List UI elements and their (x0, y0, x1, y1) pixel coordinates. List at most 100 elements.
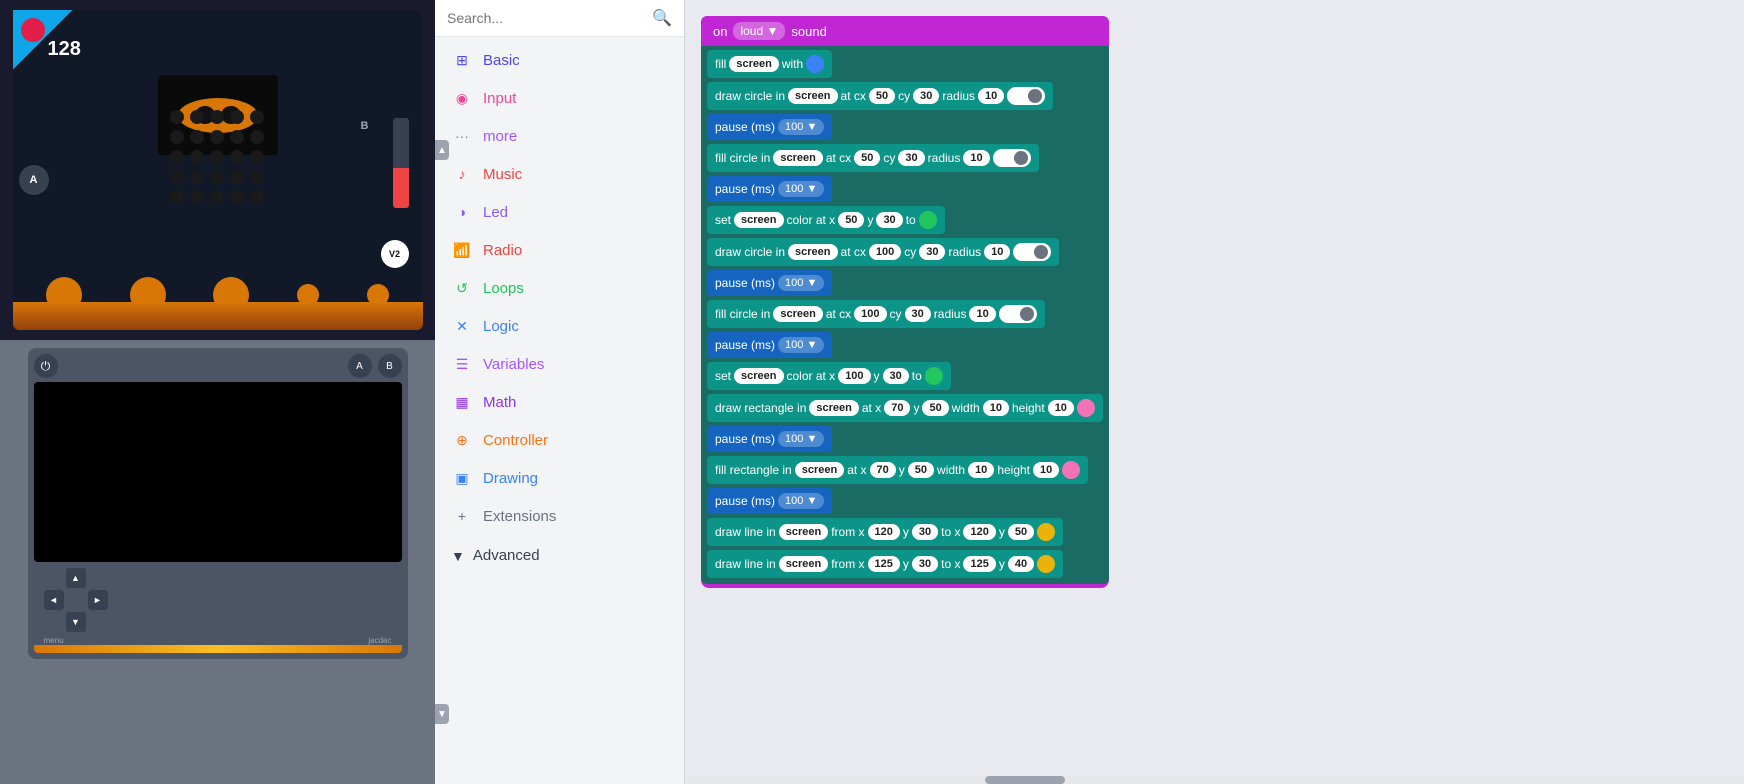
btn-a[interactable]: A (19, 165, 49, 195)
color-dot (919, 211, 937, 229)
dropdown-badge[interactable]: 100 ▼ (778, 493, 824, 509)
toggle-switch[interactable] (999, 305, 1037, 323)
color-dot (1062, 461, 1080, 479)
jacdac-label: jacdac (368, 636, 391, 645)
value-badge: screen (779, 556, 828, 572)
sidebar-item-radio[interactable]: 📶Radio (435, 231, 684, 269)
category-list: ⊞Basic◉Input···more♪Music◑Led📶Radio↺Loop… (435, 37, 684, 539)
dpad-down[interactable]: ▼ (66, 612, 86, 632)
logic-label: Logic (483, 318, 519, 335)
code-block: pause (ms)100 ▼ (707, 426, 832, 452)
dpad-right[interactable]: ► (88, 590, 108, 610)
led-dot (190, 150, 204, 164)
toggle-switch[interactable] (1007, 87, 1045, 105)
basic-icon: ⊞ (451, 49, 473, 71)
value-badge: 10 (969, 306, 995, 322)
device-header: ⏻ A B (34, 354, 402, 378)
extensions-icon: + (451, 505, 473, 527)
value-badge: 10 (1033, 462, 1059, 478)
led-dot (230, 170, 244, 184)
value-badge: 70 (870, 462, 896, 478)
blocks-workspace: onloud ▼soundfillscreenwithdraw circle i… (701, 16, 1728, 716)
search-input[interactable] (447, 10, 644, 26)
btn-a-device[interactable]: A (348, 354, 372, 378)
value-badge: screen (734, 212, 783, 228)
sidebar-item-controller[interactable]: ⊕Controller (435, 421, 684, 459)
code-block: draw line inscreenfrom x120y30to x120y50 (707, 518, 1063, 546)
block-row: pause (ms)100 ▼ (707, 176, 1103, 202)
led-dot (210, 190, 224, 204)
sidebar-item-input[interactable]: ◉Input (435, 79, 684, 117)
value-badge: 10 (984, 244, 1010, 260)
logic-icon: ✕ (451, 315, 473, 337)
scrollbar-thumb[interactable] (985, 776, 1065, 784)
block-row: pause (ms)100 ▼ (707, 488, 1103, 514)
blocks-panel: onloud ▼soundfillscreenwithdraw circle i… (685, 0, 1744, 784)
scroll-down-arrow[interactable]: ▼ (435, 704, 449, 724)
sidebar-item-more[interactable]: ···more (435, 117, 684, 155)
sidebar-item-math[interactable]: ▦Math (435, 383, 684, 421)
variables-icon: ☰ (451, 353, 473, 375)
dpad-left[interactable]: ◄ (44, 590, 64, 610)
controller-label: Controller (483, 432, 548, 449)
categories-panel: ▲ ▼ 🔍 ⊞Basic◉Input···more♪Music◑Led📶Radi… (435, 0, 685, 784)
sidebar-item-loops[interactable]: ↺Loops (435, 269, 684, 307)
led-dot (250, 170, 264, 184)
search-icon[interactable]: 🔍 (652, 8, 672, 28)
value-badge: 50 (838, 212, 864, 228)
dropdown-badge[interactable]: 100 ▼ (778, 119, 824, 135)
btn-b-device[interactable]: B (378, 354, 402, 378)
led-dot (170, 170, 184, 184)
led-dot (190, 170, 204, 184)
extensions-label: Extensions (483, 508, 556, 525)
battery-indicator (393, 118, 409, 208)
sidebar-item-logic[interactable]: ✕ Logic (435, 307, 684, 345)
drawing-icon: ▣ (451, 467, 473, 489)
value-badge: screen (809, 400, 858, 416)
block-inner: fillscreenwithdraw circle inscreenat cx5… (701, 46, 1109, 584)
dropdown-badge[interactable]: 100 ▼ (778, 337, 824, 353)
code-block: draw rectangle inscreenat x70y50width10h… (707, 394, 1103, 422)
led-icon: ◑ (451, 201, 473, 223)
block-row: pause (ms)100 ▼ (707, 270, 1103, 296)
dropdown-badge[interactable]: 100 ▼ (778, 181, 824, 197)
horizontal-scrollbar[interactable] (685, 776, 1744, 784)
gold-connector (34, 645, 402, 653)
sidebar-item-basic[interactable]: ⊞Basic (435, 41, 684, 79)
advanced-section[interactable]: ▼ Advanced (435, 539, 684, 572)
loud-dropdown[interactable]: loud ▼ (733, 22, 785, 40)
led-dot (230, 150, 244, 164)
sidebar-item-music[interactable]: ♪Music (435, 155, 684, 193)
led-grid (170, 110, 266, 206)
led-dot (230, 190, 244, 204)
music-icon: ♪ (451, 163, 473, 185)
code-block: pause (ms)100 ▼ (707, 270, 832, 296)
led-dot (210, 170, 224, 184)
value-badge: 30 (912, 556, 938, 572)
value-badge: 50 (854, 150, 880, 166)
led-dot (190, 110, 204, 124)
sidebar-item-drawing[interactable]: ▣Drawing (435, 459, 684, 497)
toggle-switch[interactable] (993, 149, 1031, 167)
power-button[interactable]: ⏻ (34, 354, 58, 378)
value-badge: 120 (963, 524, 995, 540)
value-badge: 10 (963, 150, 989, 166)
led-dot (250, 130, 264, 144)
color-dot (925, 367, 943, 385)
microbit-board: 128 A B (13, 10, 423, 330)
sidebar-item-extensions[interactable]: + Extensions (435, 497, 684, 535)
more-icon: ··· (451, 125, 473, 147)
radio-label: Radio (483, 242, 522, 259)
block-row: draw line inscreenfrom x125y30to x125y40 (707, 550, 1103, 578)
dropdown-badge[interactable]: 100 ▼ (778, 431, 824, 447)
dropdown-badge[interactable]: 100 ▼ (778, 275, 824, 291)
scroll-up-arrow[interactable]: ▲ (435, 140, 449, 160)
dpad-up[interactable]: ▲ (66, 568, 86, 588)
sidebar-item-led[interactable]: ◑Led (435, 193, 684, 231)
value-badge: screen (734, 368, 783, 384)
value-badge: screen (773, 150, 822, 166)
value-badge: 70 (884, 400, 910, 416)
sidebar-item-variables[interactable]: ☰Variables (435, 345, 684, 383)
led-dot (230, 110, 244, 124)
toggle-switch[interactable] (1013, 243, 1051, 261)
